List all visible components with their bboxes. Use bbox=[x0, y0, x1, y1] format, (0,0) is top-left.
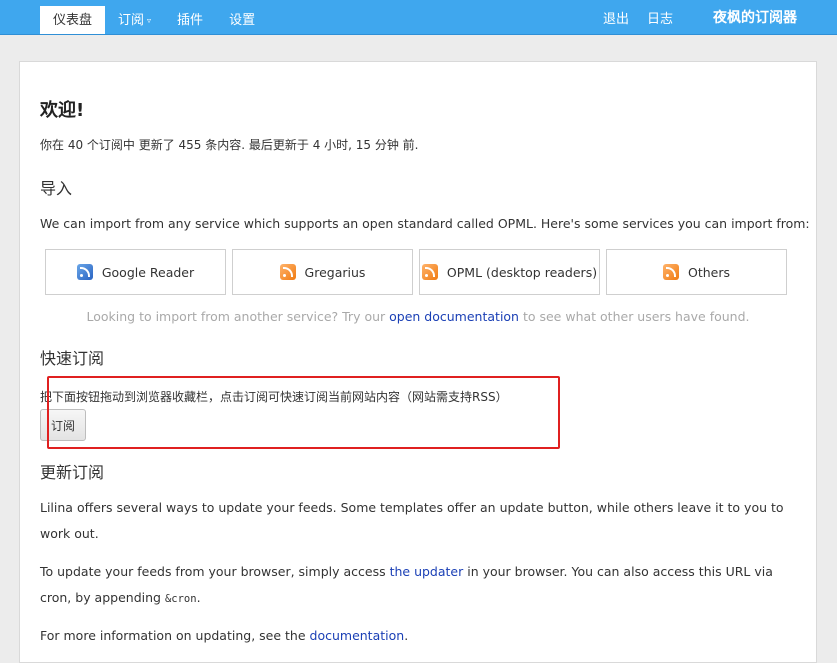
import-hint: Looking to import from another service? … bbox=[86, 309, 750, 324]
tab-settings[interactable]: 设置 bbox=[216, 6, 268, 34]
google-reader-icon bbox=[76, 264, 93, 280]
main-nav: 仪表盘 订阅 ▿ 插件 设置 bbox=[40, 6, 268, 34]
logout-link[interactable]: 退出 bbox=[603, 8, 629, 27]
import-google-reader-button[interactable]: Google Reader bbox=[45, 249, 226, 295]
subscribe-bookmarklet-button[interactable]: 订阅 bbox=[40, 409, 86, 441]
import-description: We can import from any service which sup… bbox=[40, 216, 810, 231]
dashboard-panel: 欢迎! 你在 40 个订阅中 更新了 455 条内容. 最后更新于 4 小时, … bbox=[19, 61, 817, 663]
tab-dashboard[interactable]: 仪表盘 bbox=[40, 6, 106, 34]
tab-subscriptions[interactable]: 订阅 ▿ bbox=[105, 6, 164, 34]
documentation-link[interactable]: documentation bbox=[310, 628, 405, 643]
site-title[interactable]: 夜枫的订阅器 bbox=[713, 7, 797, 27]
update-stats: 你在 40 个订阅中 更新了 455 条内容. 最后更新于 4 小时, 15 分… bbox=[40, 138, 419, 152]
open-documentation-link[interactable]: open documentation bbox=[389, 309, 519, 324]
cron-code: &cron bbox=[164, 593, 197, 605]
update-paragraph-1: Lilina offers several ways to update you… bbox=[40, 500, 784, 541]
chevron-down-icon: ▿ bbox=[147, 16, 152, 25]
welcome-title: 欢迎! bbox=[40, 100, 85, 121]
rss-icon bbox=[662, 264, 679, 280]
import-services: Google Reader Gregarius OPML (desktop re… bbox=[45, 249, 787, 295]
update-heading: 更新订阅 bbox=[40, 463, 105, 482]
header-right: 退出 日志 夜枫的订阅器 bbox=[603, 0, 797, 34]
update-paragraph-3: For more information on updating, see th… bbox=[40, 628, 409, 643]
quick-subscribe-heading: 快速订阅 bbox=[40, 349, 105, 368]
import-others-button[interactable]: Others bbox=[606, 249, 787, 295]
rss-icon bbox=[421, 264, 438, 280]
import-heading: 导入 bbox=[40, 179, 73, 198]
top-navigation-bar: 仪表盘 订阅 ▿ 插件 设置 退出 日志 夜枫的订阅器 bbox=[0, 0, 837, 35]
quick-subscribe-description: 把下面按钮拖动到浏览器收藏栏，点击订阅可快速订阅当前网站内容（网站需支持RSS） bbox=[40, 390, 508, 404]
import-opml-button[interactable]: OPML (desktop readers) bbox=[419, 249, 600, 295]
updater-link[interactable]: the updater bbox=[390, 564, 464, 579]
log-link[interactable]: 日志 bbox=[647, 8, 673, 27]
update-paragraph-2: To update your feeds from your browser, … bbox=[40, 564, 773, 605]
rss-icon bbox=[279, 264, 296, 280]
highlight-box bbox=[47, 376, 560, 449]
import-gregarius-button[interactable]: Gregarius bbox=[232, 249, 413, 295]
tab-plugins[interactable]: 插件 bbox=[164, 6, 216, 34]
